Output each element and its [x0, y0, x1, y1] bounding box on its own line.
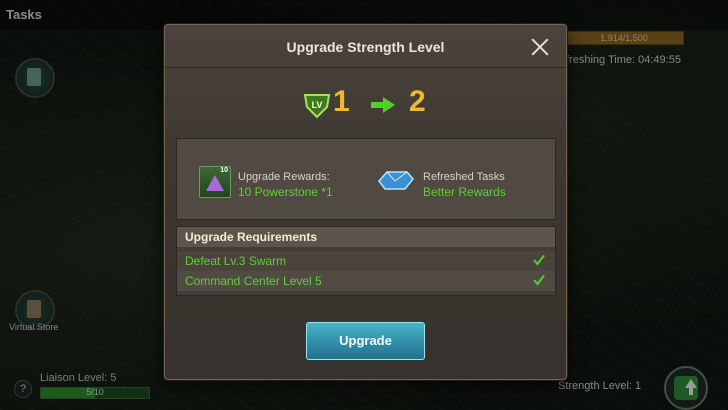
requirement-text: Defeat Lv.3 Swarm	[185, 254, 287, 268]
upgrade-rewards-value: 10 Powerstone *1	[238, 185, 333, 199]
powerstone-icon: 10	[199, 166, 231, 198]
refreshed-tasks-label: Refreshed Tasks	[423, 171, 505, 183]
level-badge-icon: LV	[303, 91, 331, 119]
upgrade-strength-dialog: Upgrade Strength Level LV 1 2 10 Upgrade…	[164, 24, 567, 380]
checkmark-icon	[533, 254, 545, 266]
next-level: 2	[409, 85, 426, 118]
refreshed-tasks-crystal-icon	[377, 169, 415, 191]
rewards-panel: 10 Upgrade Rewards: 10 Powerstone *1 Ref…	[176, 138, 556, 220]
dialog-title: Upgrade Strength Level	[286, 39, 445, 55]
level-badge-text: LV	[312, 100, 323, 110]
close-icon[interactable]	[530, 37, 550, 57]
powerstone-count: 10	[220, 167, 228, 174]
upgrade-rewards-label: Upgrade Rewards:	[238, 171, 330, 183]
requirement-row: Defeat Lv.3 Swarm	[177, 251, 555, 271]
level-arrow-icon	[371, 97, 395, 118]
upgrade-button[interactable]: Upgrade	[306, 322, 425, 360]
checkmark-icon	[533, 274, 545, 286]
requirements-header: Upgrade Requirements	[177, 227, 555, 247]
dialog-header: Upgrade Strength Level	[165, 25, 566, 68]
current-level: 1	[333, 85, 350, 118]
requirement-text: Command Center Level 5	[185, 274, 322, 288]
requirement-row: Command Center Level 5	[177, 271, 555, 291]
requirements-panel: Upgrade Requirements Defeat Lv.3 Swarm C…	[176, 226, 556, 296]
refreshed-tasks-value: Better Rewards	[423, 185, 506, 199]
requirements-title: Upgrade Requirements	[185, 230, 318, 244]
